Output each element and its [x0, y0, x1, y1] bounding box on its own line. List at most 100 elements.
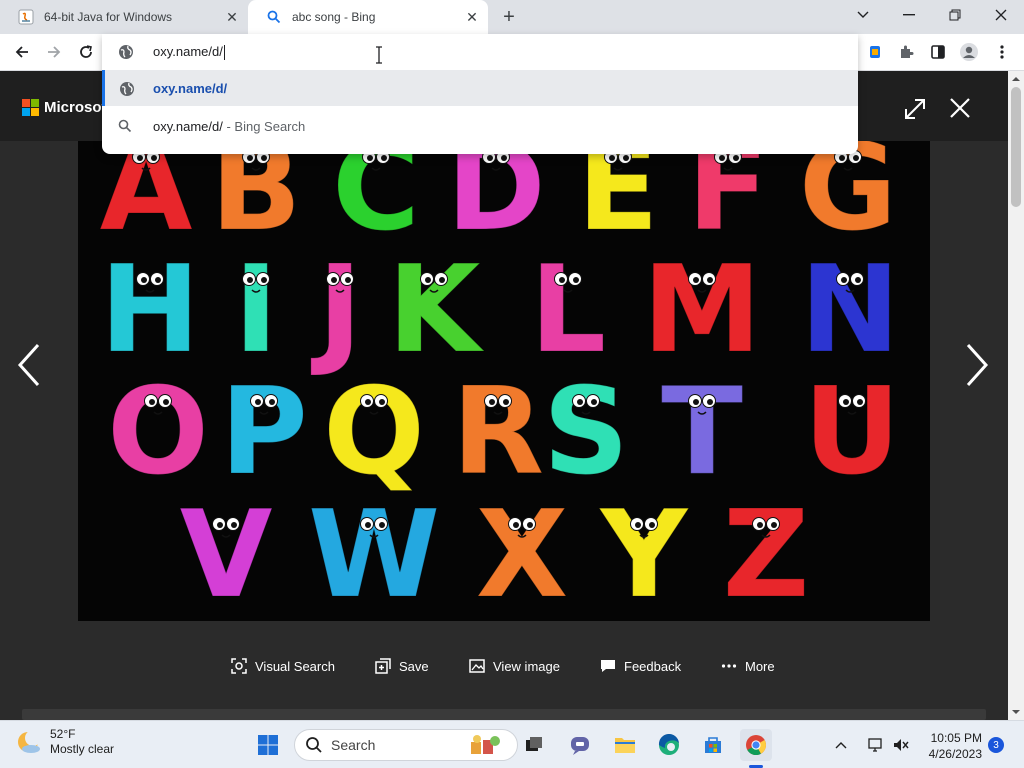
action-label: Visual Search — [255, 658, 335, 674]
windows-start-icon[interactable] — [252, 729, 284, 761]
letter-n: N — [799, 241, 900, 381]
svg-text:W: W — [308, 486, 440, 621]
search-highlight-icon — [471, 735, 500, 754]
clock-date: 4/26/2023 — [928, 747, 982, 761]
network-icon[interactable] — [864, 729, 888, 761]
feedback-icon — [601, 660, 615, 672]
weather-widget[interactable]: 52°F Mostly clear — [16, 727, 114, 757]
previous-arrow-icon[interactable] — [14, 341, 44, 389]
microsoft-grid-icon — [22, 99, 39, 116]
scroll-up-icon[interactable] — [1008, 73, 1024, 85]
address-input[interactable]: oxy.name/d/ — [153, 44, 223, 59]
expand-icon[interactable] — [902, 96, 928, 122]
close-icon[interactable]: ✕ — [222, 7, 242, 27]
puzzle-icon[interactable] — [894, 40, 918, 64]
notification-badge[interactable]: 3 — [988, 737, 1004, 753]
globe-icon — [119, 81, 135, 102]
new-tab-button[interactable]: + — [497, 5, 521, 29]
more-icon — [721, 664, 737, 668]
letter-x: X — [475, 486, 569, 622]
search-icon — [306, 737, 322, 753]
tab-title: 64-bit Java for Windows — [44, 10, 173, 24]
scroll-down-icon[interactable] — [1008, 706, 1024, 718]
forward-arrow-icon[interactable] — [41, 39, 67, 65]
letter-p: P — [220, 363, 309, 503]
tab-bing[interactable]: abc song - Bing ✕ — [248, 0, 488, 34]
action-label: Save — [399, 658, 429, 674]
letter-s: S — [542, 363, 629, 503]
svg-text:J: J — [311, 241, 363, 380]
teams-chat-icon[interactable] — [564, 729, 596, 761]
feedback-button[interactable]: Feedback — [600, 651, 681, 681]
more-button[interactable]: More — [721, 651, 775, 681]
main-image[interactable]: ABCDEFGHIJKLMNOPQRSTUVWXYZ — [78, 141, 930, 621]
related-strip — [22, 709, 986, 720]
letter-o: O — [106, 363, 209, 503]
suggestion-subtext: - Bing Search — [222, 119, 306, 134]
view-image-button[interactable]: View image — [469, 651, 560, 681]
reload-icon[interactable] — [73, 39, 99, 65]
bing-image-viewer: Microsoft ABCDEFGHIJKLMNOPQRSTUVWXYZ Vis… — [0, 71, 1008, 720]
microsoft-store-icon[interactable] — [697, 729, 729, 761]
scroll-thumb[interactable] — [1011, 87, 1021, 207]
letter-k: K — [387, 241, 485, 381]
svg-text:Q: Q — [323, 363, 425, 502]
restore-button[interactable] — [932, 0, 978, 30]
chrome-browser-icon[interactable] — [740, 729, 772, 761]
action-label: Feedback — [624, 658, 682, 674]
next-arrow-icon[interactable] — [962, 341, 992, 389]
volume-muted-icon[interactable] — [889, 729, 913, 761]
windows-taskbar: 52°F Mostly clear Search 10:05 PM 4/26/2… — [0, 720, 1024, 768]
taskbar-search-label: Search — [331, 737, 376, 753]
letter-r: R — [451, 363, 544, 503]
search-icon — [118, 119, 132, 138]
tab-java[interactable]: 64-bit Java for Windows ✕ — [0, 0, 248, 34]
svg-text:Z: Z — [722, 486, 809, 621]
weather-temp: 52°F — [50, 727, 76, 741]
svg-text:T: T — [661, 363, 743, 502]
menu-dots-icon[interactable] — [990, 40, 1014, 64]
clock-time: 10:05 PM — [930, 731, 982, 745]
letter-t: T — [661, 363, 744, 503]
suggestion-search[interactable]: oxy.name/d/ - Bing Search — [102, 108, 858, 144]
view-image-icon — [469, 659, 485, 673]
svg-text:P: P — [220, 363, 308, 502]
side-panel-icon[interactable] — [926, 40, 950, 64]
close-icon[interactable] — [947, 95, 973, 121]
extension-icon[interactable] — [863, 40, 887, 64]
task-view-icon[interactable] — [518, 729, 550, 761]
letter-w: W — [307, 486, 440, 622]
visual-search-button[interactable]: Visual Search — [231, 651, 335, 681]
svg-text:H: H — [100, 241, 200, 380]
suggestion-url[interactable]: oxy.name/d/ — [102, 70, 858, 106]
weather-condition: Mostly clear — [50, 742, 115, 756]
letter-q: Q — [322, 363, 425, 503]
chevron-up-icon[interactable] — [829, 729, 853, 761]
svg-text:K: K — [388, 241, 485, 380]
page-scrollbar[interactable] — [1008, 71, 1024, 720]
letter-h: H — [99, 241, 200, 381]
profile-avatar[interactable] — [957, 40, 981, 64]
letter-l: L — [529, 241, 606, 381]
file-explorer-icon[interactable] — [609, 729, 641, 761]
letter-v: V — [179, 486, 273, 622]
letter-u: U — [803, 363, 901, 503]
letter-y: Y — [598, 486, 690, 622]
back-arrow-icon[interactable] — [9, 39, 35, 65]
address-bar[interactable]: oxy.name/d/ — [102, 34, 858, 70]
close-icon[interactable]: ✕ — [462, 7, 482, 27]
system-clock[interactable]: 10:05 PM 4/26/2023 — [920, 730, 982, 762]
tab-title: abc song - Bing — [292, 10, 376, 24]
minimize-button[interactable] — [886, 0, 932, 30]
java-icon — [18, 9, 34, 25]
action-label: View image — [493, 658, 560, 674]
action-label: More — [745, 658, 775, 674]
edge-browser-icon[interactable] — [653, 729, 685, 761]
microsoft-logo[interactable]: Microsoft — [22, 99, 112, 116]
chevron-down-icon[interactable] — [840, 0, 886, 30]
taskbar-search[interactable]: Search — [294, 729, 518, 761]
visual-search-icon — [231, 658, 247, 674]
globe-icon — [118, 44, 134, 65]
save-button[interactable]: Save — [375, 651, 429, 681]
close-window-button[interactable] — [978, 0, 1024, 30]
